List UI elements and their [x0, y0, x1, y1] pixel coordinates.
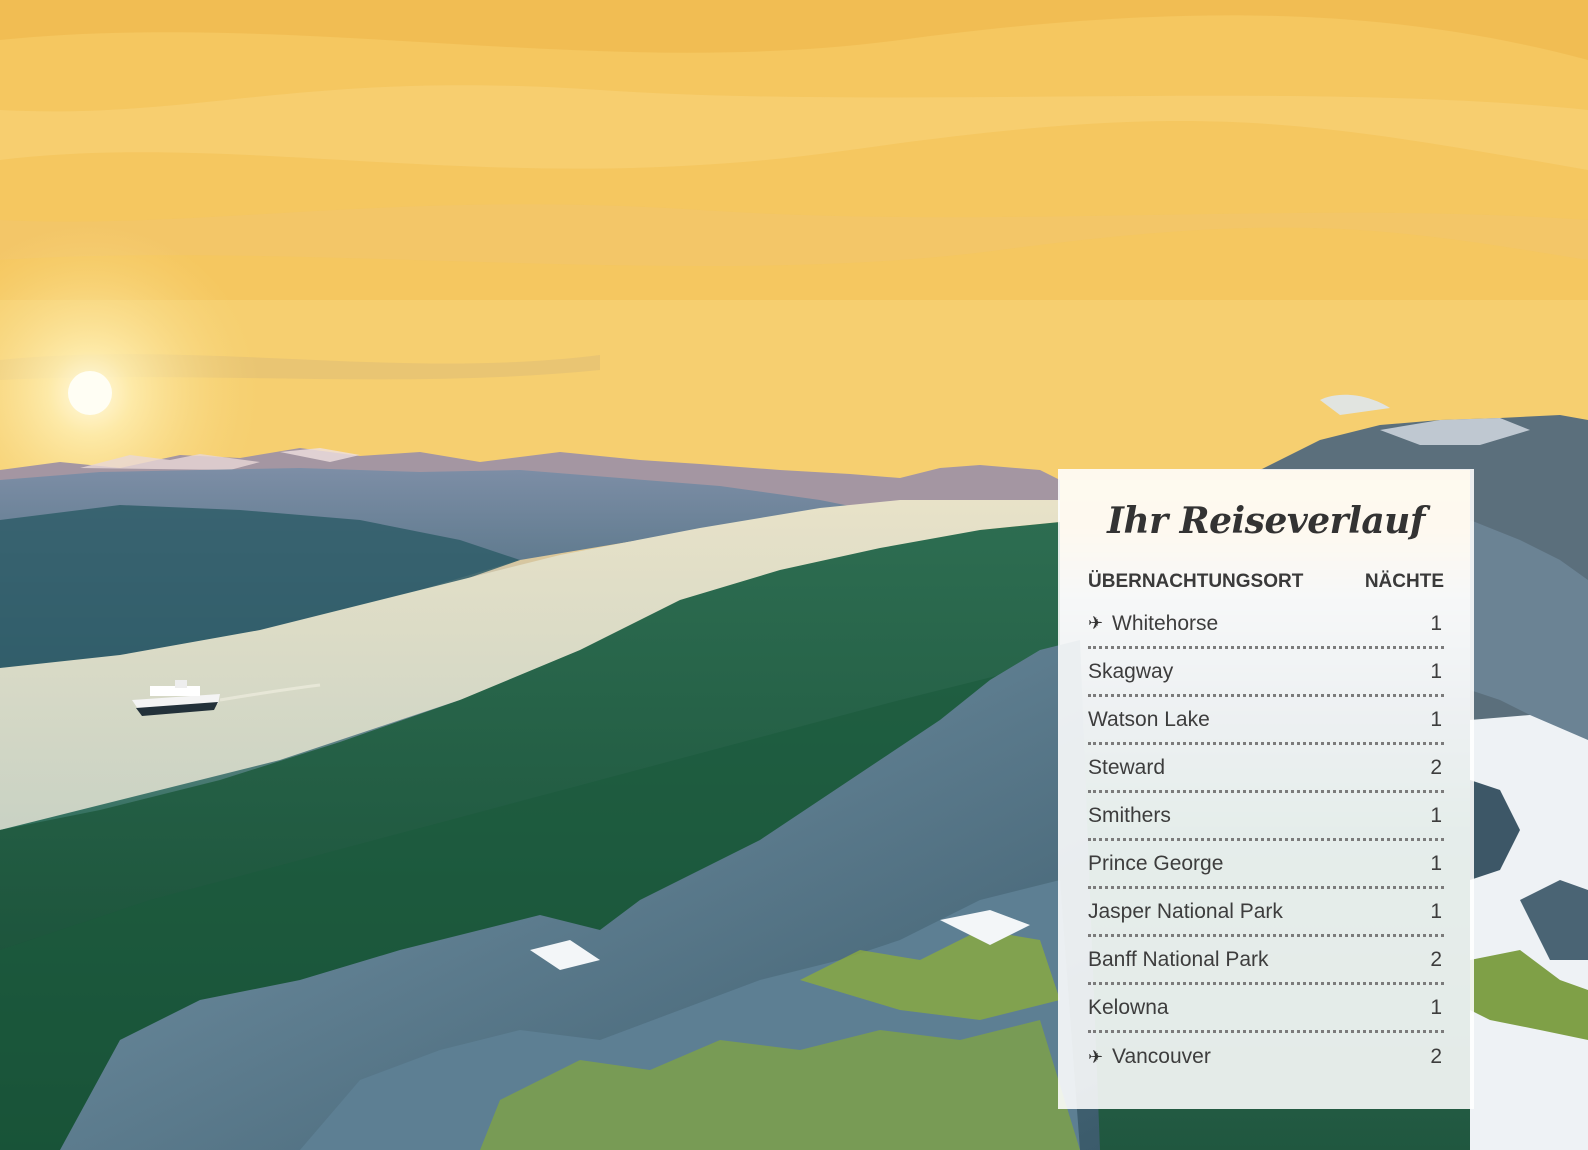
table-row: Skagway 1 — [1088, 649, 1444, 697]
place-name: Jasper National Park — [1088, 899, 1283, 923]
place-name: Steward — [1088, 755, 1166, 779]
table-row: Kelowna 1 — [1088, 985, 1444, 1033]
itinerary-list: ✈ Whitehorse 1 Skagway 1 Watson Lake 1 Steward 2… — [1088, 601, 1444, 1081]
table-row: Watson Lake 1 — [1088, 697, 1444, 745]
nights-cell: 1 — [1430, 611, 1442, 635]
place-cell: Kelowna — [1088, 996, 1169, 1020]
place-cell: Skagway — [1088, 660, 1173, 684]
place-name: Banff National Park — [1088, 947, 1269, 971]
table-row: ✈ Whitehorse 1 — [1088, 601, 1444, 649]
table-row: Smithers 1 — [1088, 793, 1444, 841]
nights-cell: 1 — [1430, 899, 1442, 923]
place-name: Smithers — [1088, 803, 1171, 827]
nights-cell: 1 — [1430, 851, 1442, 875]
place-cell: Banff National Park — [1088, 948, 1269, 972]
nights-cell: 1 — [1430, 803, 1442, 827]
table-row: Prince George 1 — [1088, 841, 1444, 889]
panel-title: Ihr Reiseverlauf — [1107, 500, 1425, 542]
nights-cell: 1 — [1430, 995, 1442, 1019]
place-cell: Prince George — [1088, 852, 1223, 876]
table-row: Steward 2 — [1088, 745, 1444, 793]
place-name: Kelowna — [1088, 995, 1169, 1019]
place-cell: ✈ Whitehorse — [1088, 612, 1218, 636]
column-header-nights: NÄCHTE — [1364, 571, 1444, 592]
table-header: ÜBERNACHTUNGSORT NÄCHTE — [1088, 567, 1444, 597]
place-cell: Watson Lake — [1088, 708, 1210, 732]
place-name: Prince George — [1088, 851, 1224, 875]
airplane-icon: ✈ — [1088, 613, 1104, 633]
table-row: Jasper National Park 1 — [1088, 889, 1444, 937]
place-name: Vancouver — [1112, 1045, 1211, 1068]
table-row: Banff National Park 2 — [1088, 937, 1444, 985]
nights-cell: 1 — [1430, 707, 1442, 731]
place-cell: ✈ Vancouver — [1088, 1045, 1211, 1069]
place-cell: Jasper National Park — [1088, 900, 1283, 924]
nights-cell: 2 — [1430, 947, 1442, 971]
airplane-icon: ✈ — [1088, 1046, 1104, 1067]
place-name: Whitehorse — [1112, 611, 1219, 635]
itinerary-panel: Ihr Reiseverlauf ÜBERNACHTUNGSORT NÄCHTE… — [1058, 469, 1474, 1109]
nights-cell: 1 — [1430, 659, 1442, 683]
place-cell: Smithers — [1088, 804, 1171, 828]
nights-cell: 2 — [1430, 755, 1442, 779]
place-name: Skagway — [1088, 659, 1174, 683]
column-header-place: ÜBERNACHTUNGSORT — [1088, 571, 1304, 592]
table-row: ✈ Vancouver 2 — [1088, 1033, 1444, 1081]
place-name: Watson Lake — [1088, 707, 1210, 731]
nights-cell: 2 — [1430, 1045, 1442, 1068]
place-cell: Steward — [1088, 756, 1165, 780]
